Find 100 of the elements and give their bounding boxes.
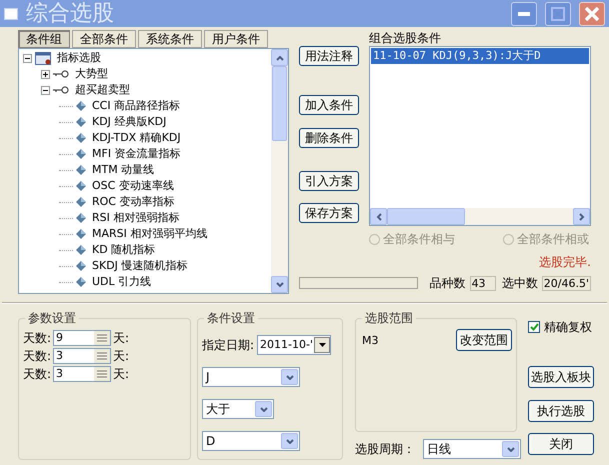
chevron-icon[interactable] [276, 54, 284, 60]
count-field: 20/46.5' [542, 276, 591, 290]
collapse-icon[interactable] [41, 86, 50, 94]
change-range-button[interactable]: 改变范围 [456, 329, 512, 351]
diamond-icon [76, 181, 86, 191]
chevron-icon[interactable] [376, 212, 382, 220]
tree-item[interactable]: 大势型 [75, 67, 108, 81]
spin-icon[interactable] [94, 349, 110, 363]
action-button[interactable]: 选股入板块 [528, 366, 594, 388]
scroll-down-button[interactable] [271, 276, 288, 293]
diamond-icon [76, 277, 86, 287]
number-field[interactable]: 3 [53, 366, 112, 382]
chevron-icon[interactable] [260, 406, 268, 412]
scroll-thumb[interactable] [387, 208, 465, 225]
diamond-icon [76, 261, 86, 271]
scroll-up-button[interactable] [271, 49, 288, 66]
collapse-icon[interactable] [23, 54, 32, 62]
window-icon [35, 52, 51, 64]
tree-item[interactable]: RSI 相对强弱指标 [92, 211, 180, 225]
minimize-icon[interactable] [518, 12, 530, 16]
dropdown[interactable]: J [202, 367, 300, 387]
window-title: 综合选股 [26, 2, 114, 24]
scroll-thumb[interactable] [272, 66, 287, 141]
horizontal-scrollbar[interactable] [370, 208, 590, 225]
chevron-icon[interactable] [276, 282, 284, 288]
dropdown[interactable]: D [202, 431, 300, 451]
tree-item[interactable]: ROC 变动率指标 [92, 195, 174, 209]
tree-item[interactable]: CCI 商品路径指标 [92, 99, 180, 113]
diamond-icon [76, 197, 86, 207]
diamond-icon [76, 213, 86, 223]
tree-item[interactable]: MFI 资金流量指标 [92, 147, 181, 161]
close-button[interactable] [579, 2, 605, 26]
field-label: 选股周期： [355, 441, 415, 458]
check-icon [530, 323, 538, 331]
diamond-icon [76, 229, 86, 239]
date-picker[interactable]: 2011-10-' [257, 335, 332, 355]
side-button[interactable]: 保存方案 [299, 203, 359, 223]
field-label: 指定日期: [202, 337, 254, 354]
number-field[interactable]: 9 [53, 330, 112, 346]
dropdown[interactable]: 日线 [423, 439, 521, 459]
expand-icon[interactable] [41, 70, 50, 78]
side-button[interactable]: 删除条件 [299, 128, 359, 148]
group-title: 选股范围 [362, 311, 416, 325]
group-title: 参数设置 [25, 311, 79, 325]
field-label: 天数: [23, 330, 52, 347]
checkbox[interactable]: 精确复权 [528, 318, 592, 336]
chevron-icon[interactable] [286, 374, 294, 380]
diamond-icon [76, 101, 86, 111]
side-button[interactable]: 用法注释 [299, 46, 359, 66]
minimize-button[interactable] [511, 2, 537, 26]
scroll-right-button[interactable] [573, 208, 590, 225]
dropdown-arrow-icon[interactable] [318, 343, 326, 347]
tab[interactable]: 全部条件 [72, 30, 136, 48]
status-text: 选股完毕. [539, 255, 591, 269]
spin-icon[interactable] [94, 331, 110, 345]
tab[interactable]: 用户条件 [204, 30, 268, 48]
diamond-icon [76, 165, 86, 175]
dropdown[interactable]: 大于 [202, 399, 274, 419]
tree-item[interactable]: KDJ-TDX 精确KDJ [92, 131, 181, 145]
group-title: 条件设置 [204, 311, 258, 325]
field-label: 天数: [23, 366, 52, 383]
range-value: M3 [362, 333, 378, 349]
tree-item[interactable]: OSC 变动速率线 [92, 179, 174, 193]
tree-item[interactable]: KD 随机指标 [92, 243, 156, 257]
action-button[interactable]: 执行选股 [528, 400, 594, 422]
tab[interactable]: 条件组 [18, 30, 70, 48]
chevron-icon[interactable] [286, 438, 294, 444]
vertical-scrollbar[interactable] [271, 49, 288, 293]
tree-item[interactable]: 指标选股 [57, 51, 101, 65]
chevron-icon[interactable] [578, 212, 584, 220]
diamond-icon [76, 245, 86, 255]
diamond-icon [76, 117, 86, 127]
spin-icon[interactable] [94, 367, 110, 381]
key-icon [53, 86, 69, 94]
unit-label: 天: [113, 330, 130, 347]
unit-label: 天: [113, 366, 130, 383]
chevron-icon[interactable] [506, 446, 514, 452]
tree-item[interactable]: MARSI 相对强弱平均线 [92, 227, 208, 241]
tree-item[interactable]: SKDJ 慢速随机指标 [92, 259, 188, 273]
scroll-left-button[interactable] [370, 208, 387, 225]
tab[interactable]: 系统条件 [138, 30, 202, 48]
side-button[interactable]: 加入条件 [299, 95, 359, 115]
number-field[interactable]: 3 [53, 348, 112, 364]
diamond-icon [76, 133, 86, 143]
count-label: 选中数 [502, 275, 538, 292]
tree-item[interactable]: 超买超卖型 [75, 83, 130, 97]
tree-item[interactable]: UDL 引力线 [92, 275, 152, 289]
key-icon [53, 70, 69, 78]
field-label: 天数: [23, 348, 52, 365]
side-button[interactable]: 引入方案 [299, 171, 359, 191]
tree-item[interactable]: MTM 动量线 [92, 163, 154, 177]
window-icon [4, 8, 18, 20]
condition-item[interactable]: 11-10-07 KDJ(9,3,3):J大于D [371, 48, 589, 64]
tree-item[interactable]: KDJ 经典版KDJ [92, 115, 166, 129]
unit-label: 天: [113, 348, 130, 365]
list-label: 组合选股条件 [369, 30, 441, 46]
action-button[interactable]: 关闭 [528, 433, 594, 455]
count-label: 品种数 [430, 275, 466, 292]
close-icon[interactable] [585, 6, 599, 20]
count-field: 43 [470, 276, 496, 290]
